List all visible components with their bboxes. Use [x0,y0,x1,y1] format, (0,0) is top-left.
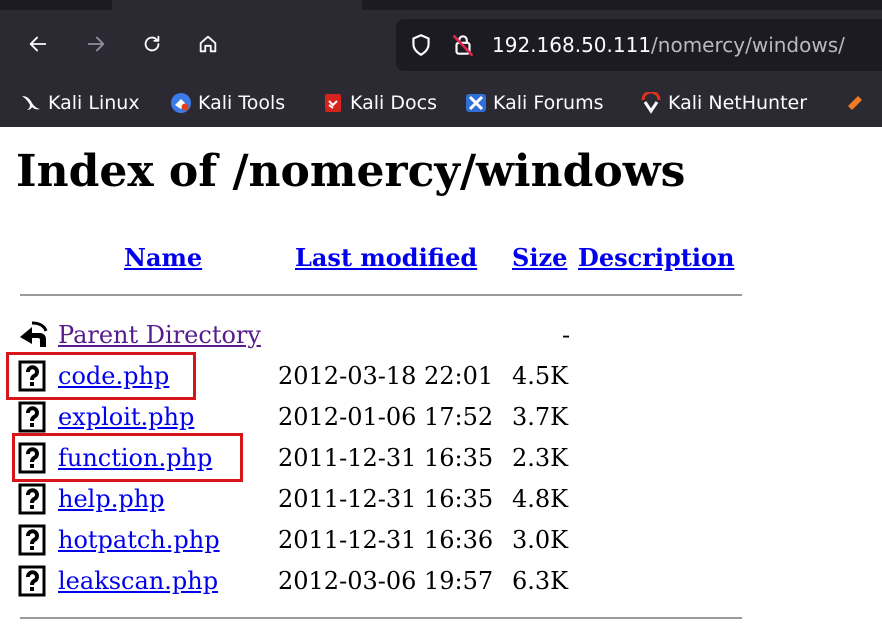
kali-dragon-icon [20,92,42,114]
column-header-size[interactable]: Size [512,240,567,276]
file-modified: 2012-03-18 22:01 [278,362,494,390]
kali-nethunter-icon [640,90,662,114]
file-size: 2.3K [512,444,569,472]
file-link[interactable]: leakscan.php [58,561,218,601]
orange-bookmark-icon [846,92,868,114]
kali-forums-icon [465,92,487,114]
active-tab-edge[interactable] [112,0,362,10]
parent-directory-row: Parent Directory - [18,315,718,355]
file-size: 3.0K [512,526,569,554]
shield-icon[interactable] [408,32,434,58]
bookmark-overflow[interactable] [846,90,874,116]
highlight-box-code-php [6,352,196,400]
bookmark-kali-nethunter[interactable]: Kali NetHunter [640,90,807,116]
file-link[interactable]: help.php [58,479,165,519]
file-modified: 2011-12-31 16:36 [278,526,494,554]
file-modified: 2012-03-06 19:57 [278,567,494,595]
reload-button[interactable] [136,28,168,60]
file-link[interactable]: hotpatch.php [58,520,220,560]
column-header-last-modified[interactable]: Last modified [295,240,477,276]
url-path: /nomercy/windows/ [651,33,845,57]
parent-directory-link[interactable]: Parent Directory [58,315,261,355]
table-row: exploit.php 2012-01-06 17:52 3.7K [18,397,718,437]
kali-tools-icon [170,92,192,114]
home-icon [199,35,217,53]
table-row: hotpatch.php 2011-12-31 16:36 3.0K [18,520,718,560]
table-row: help.php 2011-12-31 16:35 4.8K [18,479,718,519]
arrow-left-icon [29,36,47,52]
url-bar[interactable]: 192.168.50.111/nomercy/windows/ [396,19,882,71]
column-header-description[interactable]: Description [578,240,734,276]
file-modified: 2012-01-06 17:52 [278,403,494,431]
bookmark-kali-forums[interactable]: Kali Forums [465,90,604,116]
bookmark-label: Kali Linux [48,92,140,114]
highlight-box-function-php [12,433,243,482]
bookmark-label: Kali NetHunter [668,92,808,114]
back-button[interactable] [22,28,54,60]
unknown-file-icon [18,524,48,556]
reload-icon [144,35,160,52]
file-modified: 2011-12-31 16:35 [278,485,494,513]
bookmarks-toolbar: Kali Linux Kali Tools Kali Docs Kali For… [0,84,882,122]
browser-toolbar: 192.168.50.111/nomercy/windows/ Kali Lin… [0,0,882,127]
parent-size: - [562,321,571,349]
back-folder-icon [18,319,48,351]
url-host: 192.168.50.111 [492,33,652,57]
bookmark-kali-docs[interactable]: Kali Docs [322,90,437,116]
table-bottom-divider [20,617,742,619]
file-size: 3.7K [512,403,569,431]
unknown-file-icon [18,483,48,515]
bookmark-kali-linux[interactable]: Kali Linux [20,90,140,116]
table-top-divider [20,294,742,296]
home-button[interactable] [192,28,224,60]
file-size: 4.8K [512,485,569,513]
bookmark-kali-tools[interactable]: Kali Tools [170,90,285,116]
unknown-file-icon [18,565,48,597]
page-title: Index of /nomercy/windows [16,146,686,197]
forward-button[interactable] [80,28,112,60]
file-link[interactable]: exploit.php [58,397,194,437]
table-row: leakscan.php 2012-03-06 19:57 6.3K [18,561,718,601]
insecure-lock-icon[interactable] [450,32,476,58]
file-size: 6.3K [512,567,569,595]
url-text[interactable]: 192.168.50.111/nomercy/windows/ [492,32,845,58]
bookmark-label: Kali Forums [493,92,604,114]
bookmark-label: Kali Docs [350,92,437,114]
bookmark-label: Kali Tools [198,92,286,114]
kali-docs-icon [322,92,344,114]
file-modified: 2011-12-31 16:35 [278,444,494,472]
column-header-name[interactable]: Name [124,240,202,276]
file-size: 4.5K [512,362,569,390]
unknown-file-icon [18,401,48,433]
arrow-right-icon [87,36,105,52]
